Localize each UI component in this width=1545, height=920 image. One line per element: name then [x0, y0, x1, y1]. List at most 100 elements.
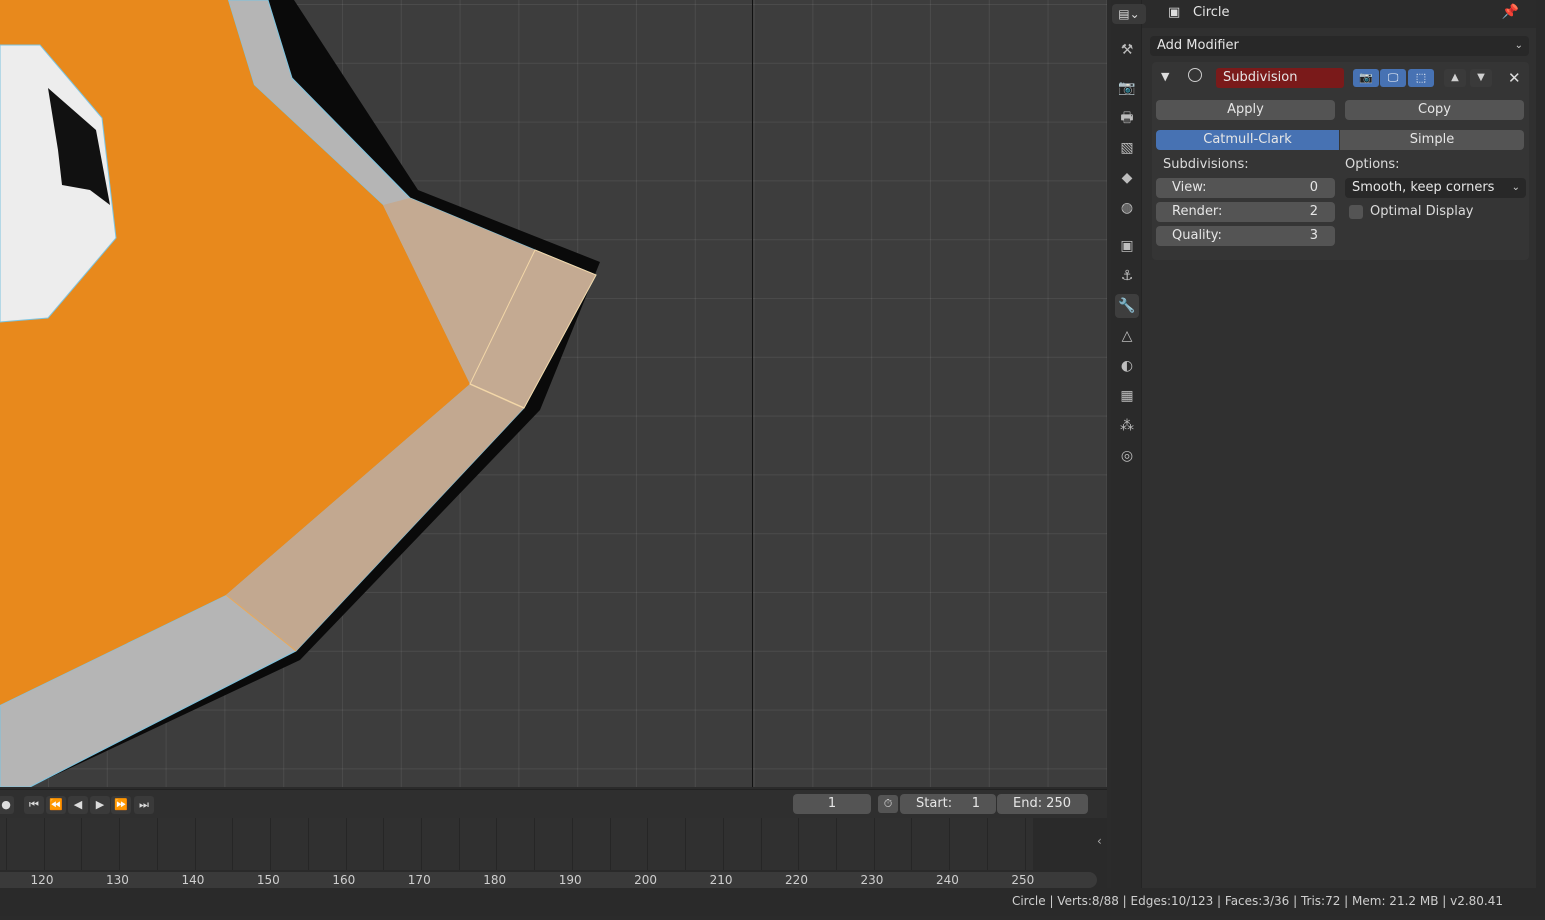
world-icon[interactable]: ◍	[1115, 196, 1139, 220]
timeline-tick-label: 240	[935, 873, 959, 887]
quality-value: 3	[1309, 228, 1318, 243]
chevron-down-icon: ⌄	[1511, 182, 1520, 193]
timeline-frame-line	[81, 818, 83, 870]
optimal-display-checkbox[interactable]	[1349, 205, 1363, 219]
render-label: Render:	[1172, 204, 1223, 219]
camera-render-icon[interactable]: 📷	[1353, 69, 1379, 87]
constraints-icon[interactable]: ⚓	[1115, 264, 1139, 288]
copy-button[interactable]: Copy	[1345, 100, 1524, 120]
close-icon[interactable]: ✕	[1508, 69, 1521, 87]
timeline-frame-line	[496, 818, 498, 870]
timeline-tick-label: 140	[181, 873, 205, 887]
start-label: Start:	[916, 796, 953, 811]
timeline-frame-line	[270, 818, 272, 870]
render-levels-field[interactable]: Render: 2	[1156, 202, 1335, 222]
chevron-left-icon[interactable]: ‹	[1097, 834, 1102, 848]
timeline-tick-label: 200	[634, 873, 658, 887]
timeline-frame-line	[458, 818, 460, 870]
timeline-tick-label: 210	[709, 873, 733, 887]
status-text: Circle | Verts:8/88 | Edges:10/123 | Fac…	[1011, 894, 1503, 908]
play-icon[interactable]: ▶	[90, 796, 110, 814]
display-viewport-icon[interactable]: 🖵	[1380, 69, 1406, 87]
apply-button[interactable]: Apply	[1156, 100, 1335, 120]
subdivisions-label: Subdivisions:	[1163, 157, 1249, 172]
view-label: View:	[1172, 180, 1207, 195]
viewport-axis-line	[752, 0, 753, 787]
modifier-wrench-icon[interactable]: 🔧	[1115, 294, 1139, 318]
move-up-icon[interactable]: ▲	[1444, 69, 1466, 87]
jump-keyframe-forward-icon[interactable]: ⏩	[111, 796, 131, 814]
view-layer-icon[interactable]: ▧	[1115, 136, 1139, 160]
timeline-body[interactable]: ‹ 120 130 140 150 160 170 180 190 200 210 220 230 24…	[0, 818, 1107, 888]
timeline-header: ● ⏮ ⏪ ◀ ▶ ⏩ ⏭ 1 ⏱ Start: 1 End: 250	[0, 789, 1107, 819]
jump-end-icon[interactable]: ⏭	[134, 796, 154, 814]
uv-smooth-dropdown[interactable]: Smooth, keep corners ⌄	[1345, 178, 1526, 198]
catmull-clark-toggle[interactable]: Catmull-Clark	[1156, 130, 1339, 150]
mesh-view[interactable]	[0, 0, 1107, 787]
timeline-frame-line	[534, 818, 536, 870]
collapse-triangle-icon[interactable]: ▼	[1161, 70, 1169, 83]
properties-panel: ▤⌄ ▣ Circle 📌 Add Modifier ⌄ ▼ Subdivisi…	[1112, 0, 1537, 888]
timeline-frame-line	[911, 818, 913, 870]
add-modifier-label: Add Modifier	[1157, 38, 1239, 53]
object-icon[interactable]: ▣	[1115, 234, 1139, 258]
timeline-tick-label: 120	[30, 873, 54, 887]
status-bar: Circle | Verts:8/88 | Edges:10/123 | Fac…	[0, 888, 1545, 916]
timeline-tick-label: 160	[332, 873, 356, 887]
mesh-data-icon[interactable]: △	[1115, 324, 1139, 348]
timeline-ruler[interactable]: 120 130 140 150 160 170 180 190 200 210 220 230 240 2…	[0, 872, 1097, 888]
current-frame-value: 1	[827, 796, 837, 811]
timeline-frame-line	[571, 818, 573, 870]
timeline-frame-line	[760, 818, 762, 870]
subdivision-modifier-icon	[1188, 68, 1202, 82]
simple-label: Simple	[1409, 132, 1455, 147]
scene-icon[interactable]: ◆	[1115, 166, 1139, 190]
current-frame-field[interactable]: 1	[793, 794, 871, 814]
view-levels-field[interactable]: View: 0	[1156, 178, 1335, 198]
end-label: End:	[1013, 796, 1043, 811]
end-frame-field[interactable]: End: 250	[997, 794, 1088, 814]
object-icon: ▣	[1168, 5, 1181, 20]
modifier-name-field[interactable]: Subdivision	[1216, 68, 1344, 88]
end-value: 250	[1046, 796, 1071, 811]
timeline-frame-line	[685, 818, 687, 870]
timeline-tick-label: 190	[558, 873, 582, 887]
view-value: 0	[1309, 180, 1318, 195]
jump-start-icon[interactable]: ⏮	[24, 796, 44, 814]
move-down-icon[interactable]: ▼	[1470, 69, 1492, 87]
play-reverse-icon[interactable]: ◀	[68, 796, 88, 814]
timeline-tick-label: 180	[483, 873, 507, 887]
properties-tab-column: ⚒ 📷 🖶 ▧ ◆ ◍ ▣ ⚓ 🔧 △ ◐ ▦ ⁂ ◎	[1111, 0, 1141, 888]
pin-icon[interactable]: 📌	[1502, 4, 1519, 20]
render-icon[interactable]: 📷	[1115, 76, 1139, 100]
chevron-down-icon: ⌄	[1514, 40, 1523, 51]
physics-icon[interactable]: ◎	[1115, 444, 1139, 468]
timeline-tick-label: 130	[105, 873, 129, 887]
stopwatch-icon[interactable]: ⏱	[878, 795, 898, 813]
jump-keyframe-back-icon[interactable]: ⏪	[46, 796, 66, 814]
object-name: Circle	[1193, 5, 1230, 20]
material-icon[interactable]: ◐	[1115, 354, 1139, 378]
record-icon[interactable]: ●	[0, 796, 14, 814]
timeline-frame-line	[873, 818, 875, 870]
simple-toggle[interactable]: Simple	[1340, 130, 1524, 150]
output-icon[interactable]: 🖶	[1115, 106, 1139, 130]
quality-field[interactable]: Quality: 3	[1156, 226, 1335, 246]
timeline-frame-line	[6, 818, 7, 870]
modifier-name: Subdivision	[1223, 70, 1298, 85]
texture-icon[interactable]: ▦	[1115, 384, 1139, 408]
3d-viewport[interactable]	[0, 0, 1107, 787]
options-label: Options:	[1345, 157, 1400, 172]
timeline-tick-label: 220	[785, 873, 808, 887]
timeline-tick-label: 230	[860, 873, 884, 887]
tool-icon[interactable]: ⚒	[1115, 38, 1139, 62]
properties-editor-icon[interactable]: ▤⌄	[1112, 4, 1146, 24]
particles-icon[interactable]: ⁂	[1115, 414, 1139, 438]
add-modifier-dropdown[interactable]: Add Modifier ⌄	[1150, 36, 1529, 56]
edit-mode-icon[interactable]: ⬚	[1408, 69, 1434, 87]
timeline-frame-line	[949, 818, 951, 870]
timeline-frames[interactable]	[0, 818, 1033, 870]
timeline-frame-line	[1024, 818, 1026, 870]
start-frame-field[interactable]: Start: 1	[900, 794, 996, 814]
catmull-clark-label: Catmull-Clark	[1203, 132, 1292, 147]
